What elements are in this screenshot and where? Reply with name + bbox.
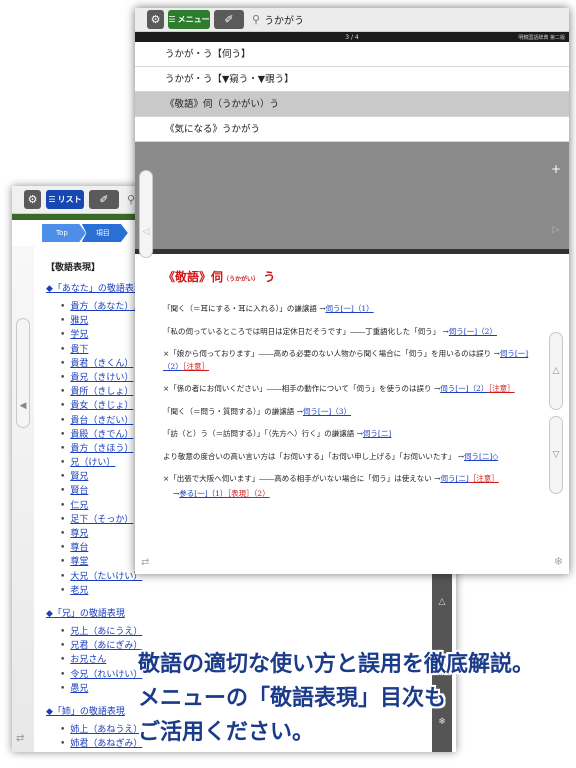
entry-link[interactable]: 伺う[二]◇ bbox=[464, 452, 498, 461]
search-icon: ⚲ bbox=[252, 13, 261, 26]
group-heading-label: 「あなた」の敬語表現 bbox=[52, 284, 143, 294]
note-link[interactable]: ［注意］ bbox=[183, 362, 209, 371]
entry-title-main: 《敬語》伺 bbox=[163, 270, 224, 284]
settings-gear-icon[interactable]: ⚙ bbox=[24, 190, 41, 209]
search-results: うかが・う【伺う】 うかが・う【▼窺う・▼覗う】 《敬語》伺（うかがい）う 《気… bbox=[135, 42, 569, 142]
entry-line: ×「娘から伺っております」――高める必要のない人物から聞く場合に「伺う」を用いる… bbox=[163, 349, 529, 371]
handwriting-pen-icon[interactable]: ✐ bbox=[89, 190, 119, 209]
group-heading-label: 「姉」の敬語表現 bbox=[52, 706, 125, 717]
add-plus-icon[interactable]: + bbox=[547, 154, 565, 184]
entry-line: 「聞く（＝問う・質問する）」の謙譲語 →伺う[一]（3） bbox=[163, 406, 352, 416]
group-heading-label: 「兄」の敬語表現 bbox=[52, 608, 125, 619]
entry-left-handle[interactable] bbox=[139, 170, 153, 258]
promo-caption: 敬語の適切な使い方と誤用を徹底解説。 メニューの「敬語表現」目次も ご活用くださ… bbox=[138, 648, 568, 750]
diamond-icon: ◆ bbox=[46, 608, 53, 619]
entry-line: ×「出張で大阪へ伺います」――高める相手がいない場合に「伺う」は使えない →伺う… bbox=[163, 474, 499, 483]
reference-note-link[interactable]: ［表現］ bbox=[227, 489, 253, 498]
prev-arrow-icon[interactable]: ◁ bbox=[139, 222, 153, 242]
entry-title: 《敬語》伺（うかがい） う bbox=[163, 268, 539, 285]
caption-line-1: 敬語の適切な使い方と誤用を徹底解説。 bbox=[138, 652, 535, 677]
next-arrow-icon[interactable]: ▷ bbox=[549, 218, 563, 242]
dictionary-toolbar: ⚙ ☰ メニュー ✐ ⚲ うかがう bbox=[135, 8, 569, 32]
diamond-icon: ◆ bbox=[46, 284, 53, 294]
entry-line: 「私の伺っているところでは明日は定休日だそうです」――丁重語化した「伺う」 →伺… bbox=[163, 326, 497, 336]
result-row-selected[interactable]: 《敬語》伺（うかがい）う bbox=[135, 92, 569, 117]
entry-link[interactable]: 伺う[二] bbox=[440, 474, 468, 483]
swap-arrows-icon[interactable]: ⇄ bbox=[141, 557, 149, 568]
menu-button[interactable]: ☰ メニュー bbox=[168, 10, 210, 29]
dictionary-entry: 《敬語》伺（うかがい） う 「聞く（＝耳にする・耳に入れる）」の謙譲語 →伺う[… bbox=[159, 264, 539, 574]
handwriting-pen-icon[interactable]: ✐ bbox=[214, 10, 244, 29]
swap-arrows-icon[interactable]: ⇄ bbox=[16, 733, 24, 744]
search-query: うかがう bbox=[264, 16, 305, 27]
reference-sub-link[interactable]: （2） bbox=[254, 489, 270, 498]
caption-line-3: ご活用ください。 bbox=[138, 720, 315, 745]
entry-link[interactable]: 伺う[一]（3） bbox=[303, 407, 351, 416]
menu-button-label: メニュー bbox=[177, 15, 210, 24]
breadcrumb-item[interactable]: 項目 bbox=[81, 224, 128, 242]
entry-left-rail: ◁ bbox=[135, 142, 157, 442]
menu-icon: ☰ bbox=[168, 15, 176, 24]
scroll-up-handle[interactable]: △ bbox=[549, 332, 563, 410]
entry-link[interactable]: 伺う[一]（2） bbox=[449, 327, 497, 336]
page-indicator-bar: 3 / 4 明鏡国語辞典 第二版 bbox=[135, 32, 569, 42]
reference-link[interactable]: 参る[一]（1） bbox=[179, 489, 227, 498]
entry-title-ruby: （うかがい） bbox=[223, 276, 260, 283]
entry-line: 「聞く（＝耳にする・耳に入れる）」の謙譲語 →伺う[一]（1） bbox=[163, 304, 374, 313]
list-button[interactable]: ☰ リスト bbox=[46, 190, 84, 209]
list-item[interactable]: 老兄 bbox=[60, 584, 436, 598]
entry-right-rail: + ▷ △ ▽ bbox=[545, 142, 569, 572]
list-button-label: リスト bbox=[57, 195, 82, 204]
result-row[interactable]: うかが・う【伺う】 bbox=[135, 42, 569, 67]
entry-line: より敬意の度合いの高い言い方は「お伺いする」「お伺い申し上げる」「お伺いいたす」… bbox=[163, 451, 499, 461]
entry-link[interactable]: 伺う[一]（2） bbox=[440, 384, 488, 393]
diamond-icon: ◆ bbox=[46, 706, 53, 717]
prev-page-arrow-icon[interactable]: ◀ bbox=[16, 394, 30, 418]
search-icon[interactable]: ⚲ bbox=[127, 193, 135, 206]
scroll-up-arrow-icon[interactable]: △ bbox=[439, 597, 446, 607]
dictionary-name: 明鏡国語辞典 第二版 bbox=[518, 34, 565, 41]
snowflake-icon[interactable]: ❄ bbox=[554, 555, 563, 568]
note-link[interactable]: ［注意］ bbox=[469, 474, 499, 483]
page-indicator: 3 / 4 bbox=[345, 33, 359, 41]
scroll-down-handle[interactable]: ▽ bbox=[549, 416, 563, 494]
list-item[interactable]: 兄上（あにうえ） bbox=[60, 625, 436, 639]
search-input[interactable]: ⚲ うかがう bbox=[252, 12, 304, 27]
note-link[interactable]: ［注意］ bbox=[488, 384, 514, 393]
group-heading-ani[interactable]: ◆「兄」の敬語表現 bbox=[46, 606, 436, 619]
entry-top-bar bbox=[135, 249, 569, 254]
entry-line: 「訪（と）う（＝訪問する）」「（先方へ）行く」の謙譲語 →伺う[二] bbox=[163, 429, 392, 438]
list-icon: ☰ bbox=[48, 195, 56, 204]
caption-line-2: メニューの「敬語表現」目次も bbox=[138, 686, 447, 711]
entry-link[interactable]: 伺う[二] bbox=[363, 429, 391, 438]
breadcrumb-top[interactable]: Top bbox=[42, 224, 86, 242]
index-left-rail: ◀ bbox=[12, 246, 34, 752]
entry-link[interactable]: 伺う[一]（1） bbox=[326, 304, 374, 313]
entry-line: ×「係の者にお伺いください」――相手の動作について「伺う」を使うのは誤り →伺う… bbox=[163, 384, 515, 393]
dictionary-screen: ⚙ ☰ メニュー ✐ ⚲ うかがう 3 / 4 明鏡国語辞典 第二版 うかが・う… bbox=[135, 8, 569, 574]
entry-reference: →参る[一]（1）［表現］（2） bbox=[173, 488, 270, 498]
divider-area bbox=[135, 142, 569, 249]
entry-title-tail: う bbox=[263, 270, 276, 284]
result-row[interactable]: 《気になる》うかがう bbox=[135, 117, 569, 142]
settings-gear-icon[interactable]: ⚙ bbox=[147, 10, 164, 29]
result-row[interactable]: うかが・う【▼窺う・▼覗う】 bbox=[135, 67, 569, 92]
